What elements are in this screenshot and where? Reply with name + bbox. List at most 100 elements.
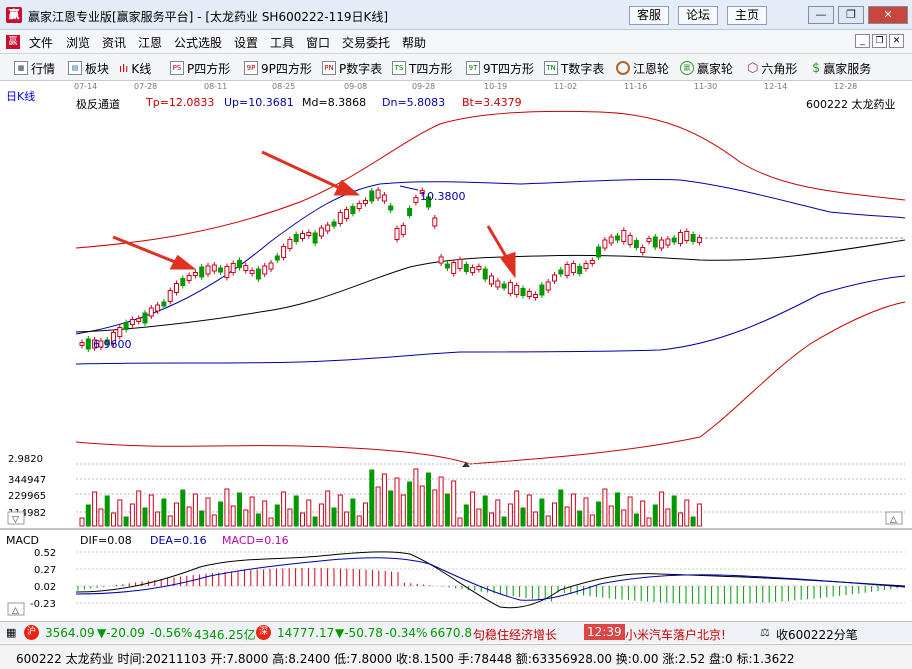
volume-bar xyxy=(230,505,236,527)
mdi-minimize-button[interactable]: _ xyxy=(855,34,870,48)
tool-9t-square[interactable]: 9T 9T四方形 xyxy=(466,60,534,76)
candle xyxy=(627,235,633,245)
tool-quotes[interactable]: ▦ 行情 xyxy=(14,60,55,76)
macd-scale-label: 0.27 xyxy=(34,565,56,576)
volume-bar xyxy=(501,516,507,527)
sz-amount: 6670.8 xyxy=(430,626,472,640)
homepage-button[interactable]: 主页 xyxy=(727,6,767,25)
volume-bar xyxy=(218,501,224,527)
sz-change: ▼-50.78 xyxy=(335,626,383,640)
9p-icon: 9P xyxy=(244,61,258,75)
candle xyxy=(318,227,324,237)
menu-settings[interactable]: 设置 xyxy=(234,34,258,51)
annotation-arrow-icon xyxy=(261,150,361,196)
wheel-icon xyxy=(616,61,630,75)
candle xyxy=(350,206,356,214)
minimize-button[interactable]: — xyxy=(808,6,834,24)
candle xyxy=(255,268,261,280)
candle xyxy=(281,246,287,258)
menu-trade[interactable]: 交易委托 xyxy=(342,34,390,51)
menu-info[interactable]: 资讯 xyxy=(102,34,126,51)
news-headline[interactable]: 句稳住经济增长 xyxy=(473,626,557,643)
candle xyxy=(495,280,501,288)
menu-bar: 赢 文件 浏览 资讯 江恩 公式选股 设置 工具 窗口 交易委托 帮助 _ ❐ … xyxy=(0,30,912,54)
volume-bar xyxy=(482,495,488,527)
forum-button[interactable]: 论坛 xyxy=(678,6,718,25)
volume-bar xyxy=(489,512,494,527)
candle xyxy=(293,234,299,242)
volume-bar xyxy=(684,499,690,527)
high-marker-line xyxy=(399,185,419,191)
volume-bar xyxy=(388,490,394,527)
candle xyxy=(457,259,463,269)
volume-bar xyxy=(167,515,173,527)
volume-bar xyxy=(287,508,293,527)
news-headline[interactable]: 小米汽车落户北京! xyxy=(625,626,726,643)
tool-kline[interactable]: ıIı K线 xyxy=(119,60,151,76)
volume-bar xyxy=(312,516,318,527)
tool-gann-wheel-label: 江恩轮 xyxy=(633,61,670,76)
tool-service[interactable]: $ 赢家服务 xyxy=(812,60,871,76)
volume-bar xyxy=(463,504,469,527)
menu-help[interactable]: 帮助 xyxy=(402,34,426,51)
menu-formula-pick[interactable]: 公式选股 xyxy=(174,34,222,51)
tool-hexagon[interactable]: ⬡ 六角形 xyxy=(747,60,797,76)
tool-p-table[interactable]: PN P数字表 xyxy=(322,60,382,76)
candle xyxy=(249,270,255,274)
app-menu-icon[interactable]: 赢 xyxy=(6,35,20,49)
volume-bar xyxy=(665,508,671,527)
menu-browse[interactable]: 浏览 xyxy=(66,34,90,51)
grid-icon[interactable]: ▦ xyxy=(6,626,16,639)
tool-hexagon-label: 六角形 xyxy=(761,61,798,76)
tick-detail-link[interactable]: 收600222分笔 xyxy=(776,626,858,643)
low-marker-label: 6.9600 xyxy=(93,338,132,351)
tool-t-square[interactable]: TS T四方形 xyxy=(392,60,452,76)
tool-9p-square[interactable]: 9P 9P四方形 xyxy=(244,60,312,76)
close-button[interactable]: ✕ xyxy=(868,6,908,24)
mdi-close-button[interactable]: ✕ xyxy=(889,34,904,48)
volume-bar xyxy=(155,511,161,527)
restore-button[interactable]: ❐ xyxy=(838,6,864,24)
volume-bar xyxy=(451,480,457,527)
volume-bar xyxy=(344,511,350,527)
volume-bar xyxy=(514,490,520,527)
mdi-restore-button[interactable]: ❐ xyxy=(872,34,887,48)
candle xyxy=(388,205,394,211)
menu-tools[interactable]: 工具 xyxy=(270,34,294,51)
tool-p-square[interactable]: PS P四方形 xyxy=(170,60,230,76)
candle xyxy=(274,255,280,261)
candle xyxy=(413,197,419,203)
tool-winner-wheel[interactable]: 赢赢家轮 xyxy=(680,60,733,76)
menu-gann[interactable]: 江恩 xyxy=(138,34,162,51)
tool-p-square-label: P四方形 xyxy=(187,61,231,76)
candle xyxy=(243,265,249,271)
volume-bar xyxy=(337,494,343,527)
volume-bar xyxy=(608,505,614,527)
volume-bar xyxy=(457,517,463,527)
shenzhen-index-icon: 深 xyxy=(256,625,271,640)
customer-service-button[interactable]: 客服 xyxy=(629,6,669,25)
candle xyxy=(344,209,350,219)
tool-t-table[interactable]: TN T数字表 xyxy=(544,60,604,76)
volume-bar xyxy=(602,488,608,527)
candle xyxy=(123,322,129,330)
tool-gann-wheel[interactable]: 江恩轮 xyxy=(616,60,669,76)
chart-area[interactable]: 07-14 07-28 08-11 08-25 09-08 09-28 10-1… xyxy=(0,82,912,620)
volume-bar xyxy=(111,512,116,527)
sh-amount: 4346.25亿 xyxy=(194,628,256,642)
candle xyxy=(583,263,589,269)
volume-bar xyxy=(180,489,186,527)
menu-file[interactable]: 文件 xyxy=(29,34,53,51)
candle xyxy=(533,294,539,298)
collapse-up-icon: △ xyxy=(12,606,19,616)
volume-bar xyxy=(293,495,299,527)
candle xyxy=(438,256,444,264)
menu-window[interactable]: 窗口 xyxy=(306,34,330,51)
candle xyxy=(211,264,217,272)
volume-bar xyxy=(98,508,104,527)
tool-sectors[interactable]: ▤ 板块 xyxy=(68,60,109,76)
ps-icon: PS xyxy=(170,61,184,75)
volume-bar xyxy=(507,503,513,527)
tick-data-icon: ⚖ xyxy=(760,626,770,639)
volume-bar xyxy=(148,494,154,527)
